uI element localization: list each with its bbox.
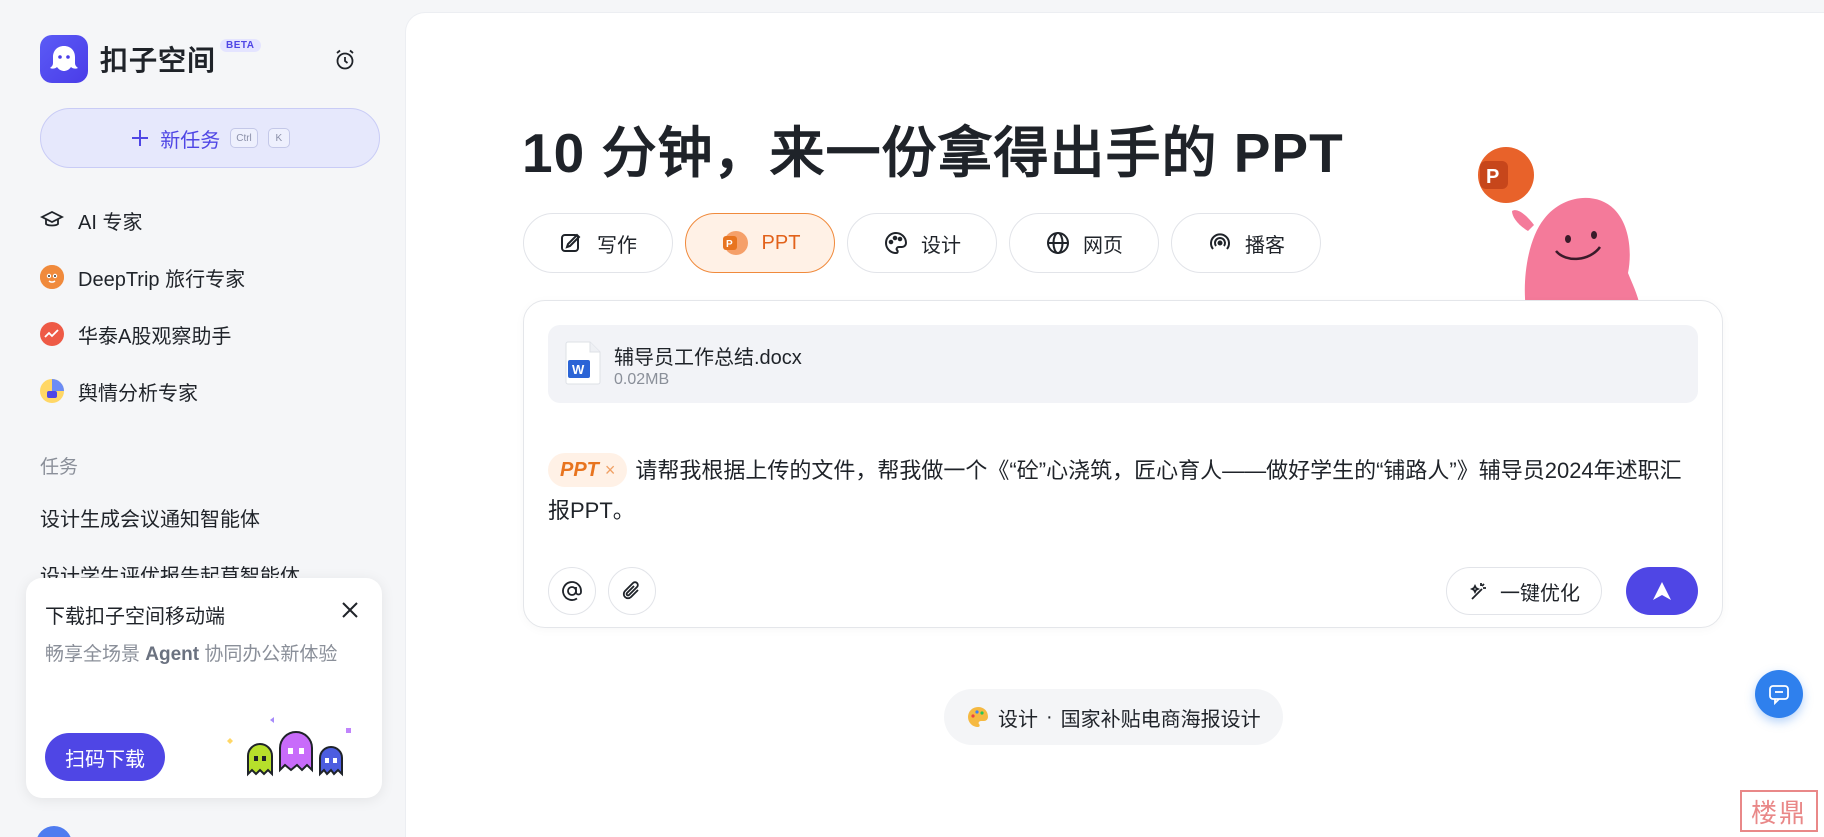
promo-desc-bold: Agent xyxy=(145,644,200,665)
sidebar-item-deeptrip[interactable]: DeepTrip 旅行专家 xyxy=(40,259,370,295)
mode-tabs: 写作 P PPT 设计 网页 播客 xyxy=(523,213,1321,273)
suggestion-chip[interactable]: 设计 · 国家补贴电商海报设计 xyxy=(944,689,1283,745)
sidebar-item-label: DeepTrip 旅行专家 xyxy=(78,268,246,291)
suggestion-category: 设计 xyxy=(998,708,1038,731)
prompt-composer: W 辅导员工作总结.docx 0.02MB PPT × 请帮我根据上传的文件，帮我做… xyxy=(523,300,1723,628)
sidebar-item-label: 华泰A股观察助手 xyxy=(78,325,232,348)
prompt-text: 请帮我根据上传的文件，帮我做一个《“砼”心浇筑，匠心育人——做好学生的“铺路人”… xyxy=(548,458,1682,523)
pixel-ghosts-illustration xyxy=(227,717,351,777)
watermark-stamp: 楼鼎 xyxy=(1740,790,1818,832)
user-avatar[interactable] xyxy=(36,826,72,837)
plus-icon xyxy=(132,130,149,146)
chat-bubble-icon xyxy=(1769,685,1789,706)
tab-webpage[interactable]: 网页 xyxy=(1009,213,1159,273)
tab-label: 网页 xyxy=(1083,234,1123,257)
page-title: 10 分钟，来一份拿得出手的 PPT xyxy=(522,122,1344,184)
sidebar-item-ai-expert[interactable]: AI 专家 xyxy=(40,202,370,238)
svg-text:P: P xyxy=(1486,166,1499,188)
promo-description: 畅享全场景 Agent 协同办公新体验 xyxy=(45,640,355,670)
shortcut-key-k: K xyxy=(267,128,290,148)
send-button[interactable] xyxy=(1626,567,1698,615)
attachment-size: 0.02MB xyxy=(614,371,670,388)
at-sign-icon xyxy=(562,581,582,601)
sidebar-item-huatai[interactable]: 华泰A股观察助手 xyxy=(40,316,370,352)
paperclip-icon xyxy=(622,581,639,600)
attach-button[interactable] xyxy=(608,567,656,615)
globe-icon xyxy=(1047,232,1069,254)
attachment-card[interactable]: W 辅导员工作总结.docx 0.02MB xyxy=(548,325,1698,403)
sentiment-avatar-icon xyxy=(40,379,64,403)
attachment-name: 辅导员工作总结.docx xyxy=(614,347,802,369)
promo-desc-suffix: 协同办公新体验 xyxy=(199,644,338,665)
ppt-icon: P xyxy=(722,231,748,255)
tab-label: 写作 xyxy=(597,234,637,257)
suggestion-title: 国家补贴电商海报设计 xyxy=(1060,708,1261,731)
new-task-button[interactable]: 新任务 Ctrl K xyxy=(40,108,380,168)
task-item[interactable]: 设计生成会议通知智能体 xyxy=(40,503,260,532)
optimize-label: 一键优化 xyxy=(1500,582,1580,605)
close-icon[interactable] xyxy=(336,596,364,624)
main-panel: 10 分钟，来一份拿得出手的 PPT 写作 P PPT 设计 网页 播客 P W… xyxy=(405,12,1824,837)
beta-badge: BETA xyxy=(220,38,261,52)
download-promo-card: 下载扣子空间移动端 畅享全场景 Agent 协同办公新体验 扫码下载 xyxy=(26,578,382,798)
suggestion-separator: · xyxy=(1046,705,1053,728)
chip-label: PPT xyxy=(560,459,599,482)
word-doc-icon: W xyxy=(565,341,601,385)
app-logo[interactable]: 扣子空间 BETA xyxy=(40,35,261,83)
alarm-clock-icon[interactable] xyxy=(330,45,360,75)
tab-label: 设计 xyxy=(921,234,961,257)
palette-emoji-icon xyxy=(968,707,988,727)
scan-download-button[interactable]: 扫码下载 xyxy=(45,733,165,781)
tab-label: 播客 xyxy=(1245,234,1285,257)
deeptrip-avatar-icon xyxy=(40,265,64,289)
feedback-chat-button[interactable] xyxy=(1755,670,1803,718)
sidebar-item-label: AI 专家 xyxy=(78,211,143,234)
ppt-mode-chip: PPT × xyxy=(548,450,628,490)
promo-desc-prefix: 畅享全场景 xyxy=(45,644,146,665)
tasks-section-label: 任务 xyxy=(40,457,79,478)
mention-button[interactable] xyxy=(548,567,596,615)
tab-podcast[interactable]: 播客 xyxy=(1171,213,1321,273)
prompt-input[interactable]: PPT × 请帮我根据上传的文件，帮我做一个《“砼”心浇筑，匠心育人——做好学生的“… xyxy=(548,451,1698,531)
svg-text:W: W xyxy=(572,362,585,377)
promo-title: 下载扣子空间移动端 xyxy=(45,606,225,628)
magic-wand-icon xyxy=(1469,583,1486,600)
tab-label: PPT xyxy=(761,231,801,254)
tab-writing[interactable]: 写作 xyxy=(523,213,673,273)
logo-icon xyxy=(40,35,88,83)
chip-close-icon[interactable]: × xyxy=(605,450,616,490)
tab-design[interactable]: 设计 xyxy=(847,213,997,273)
send-arrow-icon xyxy=(1653,582,1671,600)
tab-ppt[interactable]: P PPT xyxy=(685,213,835,273)
palette-icon xyxy=(885,231,908,255)
sidebar-item-label: 舆情分析专家 xyxy=(78,382,198,405)
podcast-icon xyxy=(1210,233,1230,250)
graduation-cap-icon xyxy=(40,208,64,232)
app-name: 扣子空间 xyxy=(100,45,217,76)
sidebar-item-sentiment[interactable]: 舆情分析专家 xyxy=(40,373,370,409)
optimize-button[interactable]: 一键优化 xyxy=(1446,567,1602,615)
new-task-label: 新任务 xyxy=(160,129,221,152)
writing-icon xyxy=(561,233,581,252)
mascot-illustration: P xyxy=(1478,147,1640,309)
svg-text:P: P xyxy=(726,239,733,250)
shortcut-key-ctrl: Ctrl xyxy=(230,128,258,148)
sidebar: 扣子空间 BETA 新任务 Ctrl K AI 专家 DeepTrip 旅行专家… xyxy=(0,0,405,837)
huatai-avatar-icon xyxy=(40,322,64,346)
